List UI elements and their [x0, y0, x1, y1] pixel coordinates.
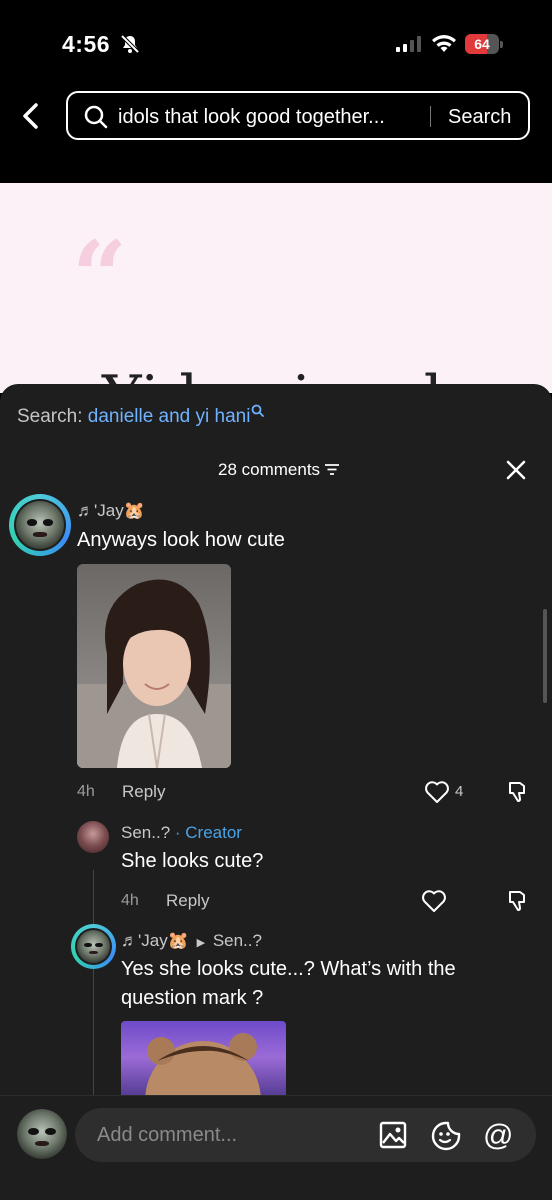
comment-photo-illustration — [77, 579, 231, 768]
signal-icon — [396, 36, 421, 52]
mini-search-icon — [252, 404, 265, 417]
comment-input[interactable] — [97, 1123, 377, 1147]
reply-username[interactable]: Sen..? — [121, 823, 170, 842]
comment-time: 4h — [77, 783, 95, 800]
comments-sheet: Search: danielle and yi hani 28 comments… — [0, 384, 552, 1200]
search-header: idols that look good together... Search — [0, 88, 552, 183]
quote-mark: “ — [72, 220, 128, 333]
user-avatar[interactable] — [17, 1109, 67, 1159]
related-search[interactable]: Search: danielle and yi hani — [17, 404, 265, 428]
status-bar: 4:56 64 — [0, 0, 552, 88]
comment-text: She looks cute? — [121, 850, 264, 872]
comment-input-box[interactable]: @ — [75, 1108, 536, 1162]
reply-username[interactable]: ♬'Jay🐹 — [121, 931, 189, 950]
heart-icon[interactable] — [424, 780, 450, 804]
sort-icon — [325, 463, 340, 475]
video-background: “ Yi hani and — [0, 183, 552, 393]
image-icon[interactable] — [379, 1121, 407, 1149]
comment-username[interactable]: Sen..? · Creator — [121, 823, 242, 843]
creator-badge: · Creator — [174, 823, 242, 842]
related-search-label: Search: — [17, 406, 83, 427]
thread-line — [93, 870, 94, 1100]
comment-username[interactable]: ♬'Jay🐹 ▶ Sen..? — [121, 931, 262, 951]
close-icon[interactable] — [505, 459, 527, 481]
dislike-icon[interactable] — [506, 780, 530, 804]
avatar[interactable] — [14, 499, 66, 551]
scrollbar[interactable] — [543, 609, 547, 703]
comment-text: Anyways look how cute — [77, 529, 285, 551]
comment-input-bar: @ — [0, 1095, 552, 1200]
comment-image[interactable] — [77, 564, 231, 768]
search-divider — [430, 106, 431, 127]
battery-icon: 64 — [465, 34, 503, 54]
heart-icon[interactable] — [421, 889, 447, 913]
battery-percent: 64 — [474, 36, 490, 52]
search-button[interactable]: Search — [448, 106, 511, 129]
comments-count-label: 28 comments — [218, 460, 321, 479]
reply-arrow-icon: ▶ — [196, 937, 206, 949]
related-search-term[interactable]: danielle and yi hani — [88, 406, 251, 427]
back-arrow-icon[interactable] — [16, 100, 48, 132]
comment-time: 4h — [121, 892, 139, 909]
reply-to-username[interactable]: Sen..? — [213, 931, 262, 950]
status-time: 4:56 — [62, 31, 111, 57]
mention-icon[interactable]: @ — [483, 1119, 513, 1153]
wifi-icon — [432, 35, 456, 52]
reply-button[interactable]: Reply — [166, 891, 209, 911]
avatar[interactable] — [75, 928, 112, 965]
reply-button[interactable]: Reply — [122, 782, 165, 802]
avatar[interactable] — [77, 821, 109, 853]
search-icon — [84, 105, 108, 129]
comment-username[interactable]: ♬'Jay🐹 — [77, 501, 145, 521]
comments-count-button[interactable]: 28 comments — [218, 460, 340, 480]
like-count: 4 — [455, 783, 464, 800]
search-field[interactable]: idols that look good together... Search — [66, 91, 530, 140]
comment-text: Yes she looks cute...? What’s with the q… — [121, 958, 456, 1009]
bell-slash-icon — [120, 34, 140, 54]
emoji-icon[interactable] — [431, 1121, 461, 1151]
search-query-text[interactable]: idols that look good together... — [118, 106, 385, 129]
dislike-icon[interactable] — [506, 889, 530, 913]
